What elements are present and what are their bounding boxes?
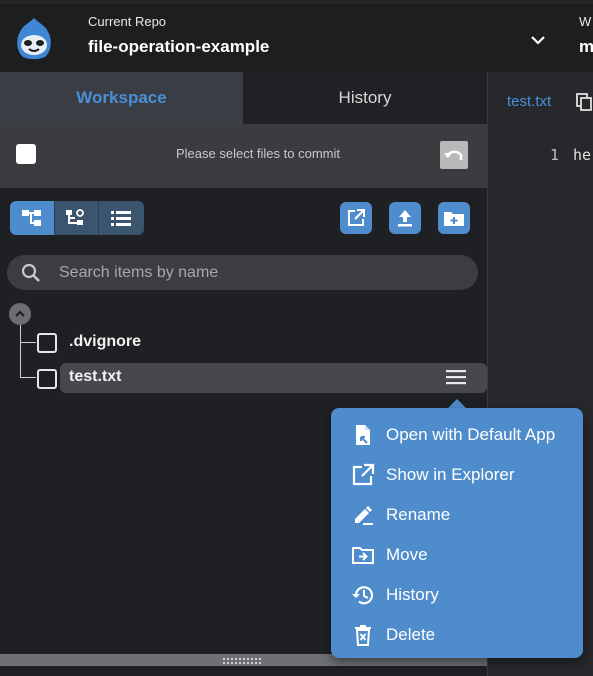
app-logo-icon bbox=[17, 18, 51, 59]
search-bar bbox=[7, 255, 478, 290]
folder-plus-icon bbox=[444, 212, 464, 226]
menu-item-label: Delete bbox=[386, 625, 436, 644]
tab-history[interactable]: History bbox=[243, 72, 487, 124]
tree-view-button[interactable] bbox=[10, 201, 55, 235]
file-name: test.txt bbox=[69, 368, 122, 385]
open-external-button[interactable] bbox=[340, 202, 372, 234]
search-icon bbox=[21, 263, 40, 282]
open-external-icon bbox=[352, 463, 375, 486]
menu-item-label: Move bbox=[386, 545, 428, 564]
copy-icon[interactable] bbox=[576, 93, 592, 111]
menu-item-rename[interactable]: Rename bbox=[331, 494, 583, 534]
file-checkbox[interactable] bbox=[37, 333, 57, 353]
tree-search-view-button[interactable] bbox=[54, 201, 100, 235]
menu-item-label: Rename bbox=[386, 505, 451, 524]
file-row-dvignore[interactable]: .dvignore bbox=[30, 327, 480, 357]
menu-item-label: History bbox=[386, 585, 439, 604]
menu-item-show-in-explorer[interactable]: Show in Explorer bbox=[331, 454, 583, 494]
app-header: Current Repo file-operation-example W m bbox=[0, 0, 593, 72]
view-mode-group bbox=[10, 201, 144, 235]
new-folder-button[interactable] bbox=[438, 202, 470, 234]
upload-button[interactable] bbox=[389, 202, 421, 234]
menu-item-history[interactable]: History bbox=[331, 574, 583, 614]
tree-view-icon bbox=[21, 210, 41, 226]
tree-connector bbox=[20, 325, 21, 377]
hamburger-menu-icon[interactable] bbox=[446, 369, 466, 385]
menu-item-delete[interactable]: Delete bbox=[331, 614, 583, 654]
trash-icon bbox=[355, 625, 371, 646]
branch-name: m bbox=[579, 37, 593, 56]
repo-label: Current Repo bbox=[88, 14, 167, 29]
chevron-down-icon[interactable] bbox=[529, 33, 547, 47]
collapse-tree-button[interactable] bbox=[9, 303, 31, 325]
undo-icon bbox=[444, 150, 463, 160]
menu-item-move[interactable]: Move bbox=[331, 534, 583, 574]
open-external-icon bbox=[348, 209, 365, 226]
folder-move-icon bbox=[352, 547, 374, 564]
line-number: 1 bbox=[550, 146, 560, 164]
commit-bar: Please select files to commit bbox=[0, 124, 487, 188]
file-checkbox[interactable] bbox=[37, 369, 57, 389]
scroll-grip-icon[interactable] bbox=[223, 658, 263, 664]
file-row-test-txt[interactable]: test.txt bbox=[60, 363, 487, 393]
chevron-up-icon bbox=[15, 310, 25, 317]
undo-button[interactable] bbox=[440, 141, 468, 169]
select-all-checkbox[interactable] bbox=[16, 144, 36, 164]
tab-workspace[interactable]: Workspace bbox=[0, 72, 243, 124]
branch-label: W bbox=[579, 14, 592, 29]
tree-connector bbox=[20, 377, 36, 378]
pencil-icon bbox=[355, 506, 373, 525]
file-open-icon bbox=[356, 425, 370, 445]
menu-item-label: Show in Explorer bbox=[386, 465, 515, 484]
panel-tabs: Workspace History bbox=[0, 72, 487, 124]
upload-icon bbox=[398, 210, 412, 227]
menu-item-label: Open with Default App bbox=[386, 425, 556, 444]
tree-search-icon bbox=[66, 209, 85, 225]
list-view-button[interactable] bbox=[99, 201, 144, 235]
list-view-icon bbox=[111, 211, 132, 226]
file-name: .dvignore bbox=[69, 333, 142, 350]
commit-message: Please select files to commit bbox=[175, 146, 340, 161]
search-input[interactable] bbox=[59, 255, 459, 290]
menu-item-open-default-app[interactable]: Open with Default App bbox=[331, 414, 583, 454]
repo-name: file-operation-example bbox=[88, 37, 270, 56]
history-icon bbox=[352, 586, 374, 605]
editor-line[interactable]: he bbox=[573, 146, 591, 164]
file-context-menu: Open with Default App Show in Explorer R… bbox=[331, 408, 583, 658]
editor-tab[interactable]: test.txt bbox=[507, 93, 551, 110]
